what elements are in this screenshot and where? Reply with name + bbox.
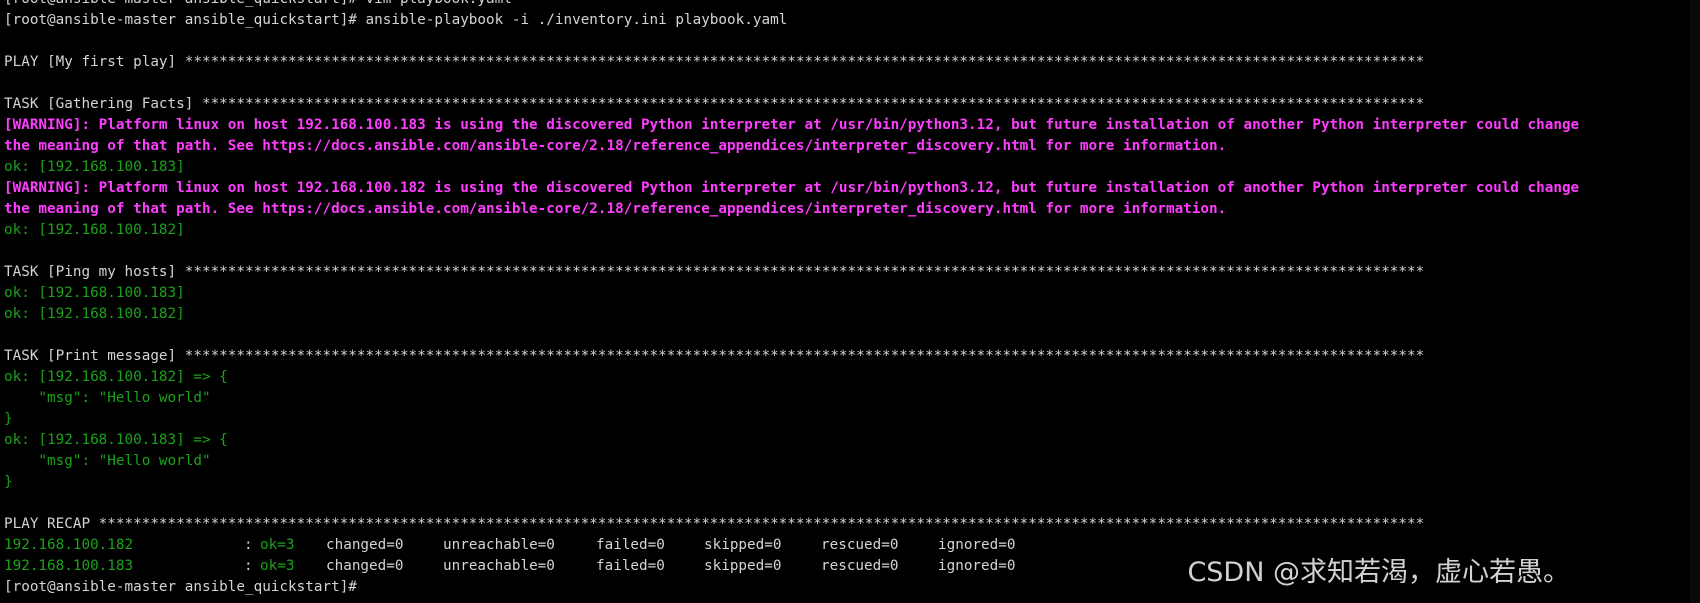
recap-skipped: skipped=0 — [704, 537, 782, 553]
terminal-line: [root@ansible-master ansible_quickstart]… — [4, 0, 1696, 10]
terminal-line: ok: [192.168.100.183] => { — [4, 432, 228, 448]
terminal-line: [WARNING]: Platform linux on host 192.16… — [4, 117, 1580, 133]
recap-failed: failed=0 — [596, 537, 665, 553]
recap-ignored: ignored=0 — [938, 537, 1016, 553]
recap-rescued: rescued=0 — [821, 537, 899, 553]
terminal-line: "msg": "Hello world" — [4, 390, 211, 406]
terminal-line: TASK [Ping my hosts] *******************… — [4, 264, 1425, 280]
recap-ok: ok=3 — [260, 558, 295, 574]
recap-ok: ok=3 — [260, 537, 295, 553]
terminal-line: PLAY RECAP *****************************… — [4, 516, 1425, 532]
terminal-line: PLAY [My first play] *******************… — [4, 54, 1425, 70]
terminal-line: } — [4, 411, 13, 427]
terminal-line: ok: [192.168.100.183] — [4, 285, 185, 301]
recap-unreachable: unreachable=0 — [443, 537, 555, 553]
terminal-line: ok: [192.168.100.182] — [4, 222, 185, 238]
recap-failed: failed=0 — [596, 558, 665, 574]
terminal-output[interactable]: [root@ansible-master ansible_quickstart]… — [0, 0, 1700, 603]
recap-unreachable: unreachable=0 — [443, 558, 555, 574]
recap-ignored: ignored=0 — [938, 558, 1016, 574]
recap-sep: : — [244, 558, 253, 574]
vertical-scrollbar[interactable] — [1690, 0, 1700, 603]
terminal-line: ok: [192.168.100.183] — [4, 159, 185, 175]
terminal-line: TASK [Gathering Facts] *****************… — [4, 96, 1425, 112]
recap-skipped: skipped=0 — [704, 558, 782, 574]
recap-host: 192.168.100.183 — [4, 558, 134, 574]
terminal-line: [root@ansible-master ansible_quickstart]… — [4, 12, 788, 28]
recap-host: 192.168.100.182 — [4, 537, 134, 553]
watermark: CSDN @求知若渴，虚心若愚。 — [1187, 557, 1570, 588]
recap-rescued: rescued=0 — [821, 558, 899, 574]
terminal-line: [WARNING]: Platform linux on host 192.16… — [4, 180, 1580, 196]
recap-changed: changed=0 — [326, 537, 404, 553]
terminal-line: ok: [192.168.100.182] => { — [4, 369, 228, 385]
recap-sep: : — [244, 537, 253, 553]
terminal-line: the meaning of that path. See https://do… — [4, 201, 1227, 217]
terminal-line: ok: [192.168.100.182] — [4, 306, 185, 322]
terminal-line: } — [4, 474, 13, 490]
terminal-lines: [root@ansible-master ansible_quickstart]… — [4, 0, 1696, 535]
terminal-line: "msg": "Hello world" — [4, 453, 211, 469]
terminal-line: TASK [Print message] *******************… — [4, 348, 1425, 364]
recap-changed: changed=0 — [326, 558, 404, 574]
terminal-line: the meaning of that path. See https://do… — [4, 138, 1227, 154]
